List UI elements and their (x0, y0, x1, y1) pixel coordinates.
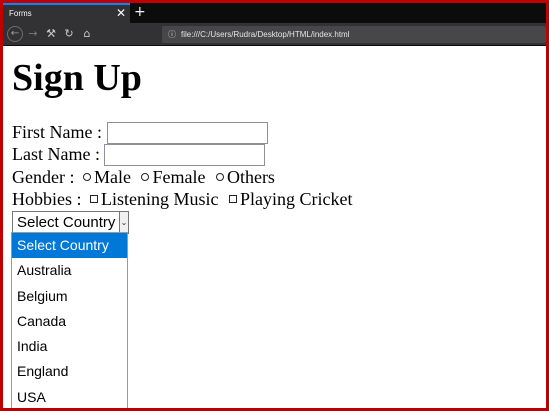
hobby-music-label: Listening Music (101, 189, 219, 209)
first-name-row: First Name : (12, 121, 268, 144)
gender-male-radio[interactable] (82, 172, 91, 181)
page-title: Sign Up (12, 57, 142, 99)
tools-icon[interactable]: ⚒ (43, 26, 59, 42)
country-dropdown-list: Select Country Australia Belgium Canada … (11, 232, 128, 408)
hobby-cricket-checkbox[interactable] (229, 194, 237, 203)
last-name-row: Last Name : (12, 143, 266, 166)
last-name-input[interactable] (104, 144, 266, 166)
country-option[interactable]: Australia (12, 258, 127, 283)
gender-label: Gender : (12, 167, 75, 187)
gender-female-radio[interactable] (141, 172, 150, 181)
hobbies-label: Hobbies : (12, 189, 82, 209)
country-option[interactable]: Canada (12, 309, 127, 334)
hobbies-row: Hobbies : Listening Music Playing Cricke… (12, 188, 352, 210)
first-name-input[interactable] (106, 122, 268, 144)
close-tab-icon[interactable]: ✕ (116, 6, 126, 20)
browser-tab[interactable]: Forms ✕ (3, 3, 130, 23)
hobby-music-checkbox[interactable] (90, 194, 98, 203)
nav-bar: ← → ⚒ ↻ ⌂ ⓘ file:///C:/Users/Rudra/Deskt… (3, 23, 546, 46)
back-icon[interactable]: ← (7, 26, 23, 42)
address-bar[interactable]: ⓘ file:///C:/Users/Rudra/Desktop/HTML/in… (162, 26, 546, 43)
browser-window: Forms ✕ + ← → ⚒ ↻ ⌂ ⓘ file:///C:/Users/R… (3, 3, 546, 408)
hobby-cricket-label: Playing Cricket (240, 189, 353, 209)
chevron-down-icon[interactable]: ⌄ (119, 212, 128, 233)
forward-icon[interactable]: → (25, 26, 41, 42)
reload-icon[interactable]: ↻ (61, 26, 77, 42)
new-tab-icon[interactable]: + (134, 3, 146, 22)
tab-title: Forms (9, 9, 32, 18)
gender-female-label: Female (152, 167, 206, 187)
country-option[interactable]: India (12, 334, 127, 359)
info-icon[interactable]: ⓘ (167, 26, 177, 43)
page-content: Sign Up First Name : Last Name : Gender … (3, 47, 546, 408)
gender-male-label: Male (93, 167, 131, 187)
first-name-label: First Name : (12, 122, 102, 142)
gender-row: Gender : Male Female Others (12, 166, 275, 188)
country-option[interactable]: England (12, 359, 127, 384)
url-text[interactable]: file:///C:/Users/Rudra/Desktop/HTML/inde… (181, 26, 350, 43)
country-option[interactable]: Belgium (12, 284, 127, 309)
home-icon[interactable]: ⌂ (79, 26, 95, 42)
country-select[interactable]: Select Country ⌄ (12, 211, 129, 234)
gender-others-label: Others (226, 167, 275, 187)
tab-strip: Forms ✕ + (3, 3, 546, 23)
country-option[interactable]: Select Country (12, 233, 127, 259)
gender-others-radio[interactable] (215, 172, 224, 181)
country-option[interactable]: USA (12, 385, 127, 408)
last-name-label: Last Name : (12, 144, 100, 164)
country-select-value: Select Country (17, 214, 116, 231)
